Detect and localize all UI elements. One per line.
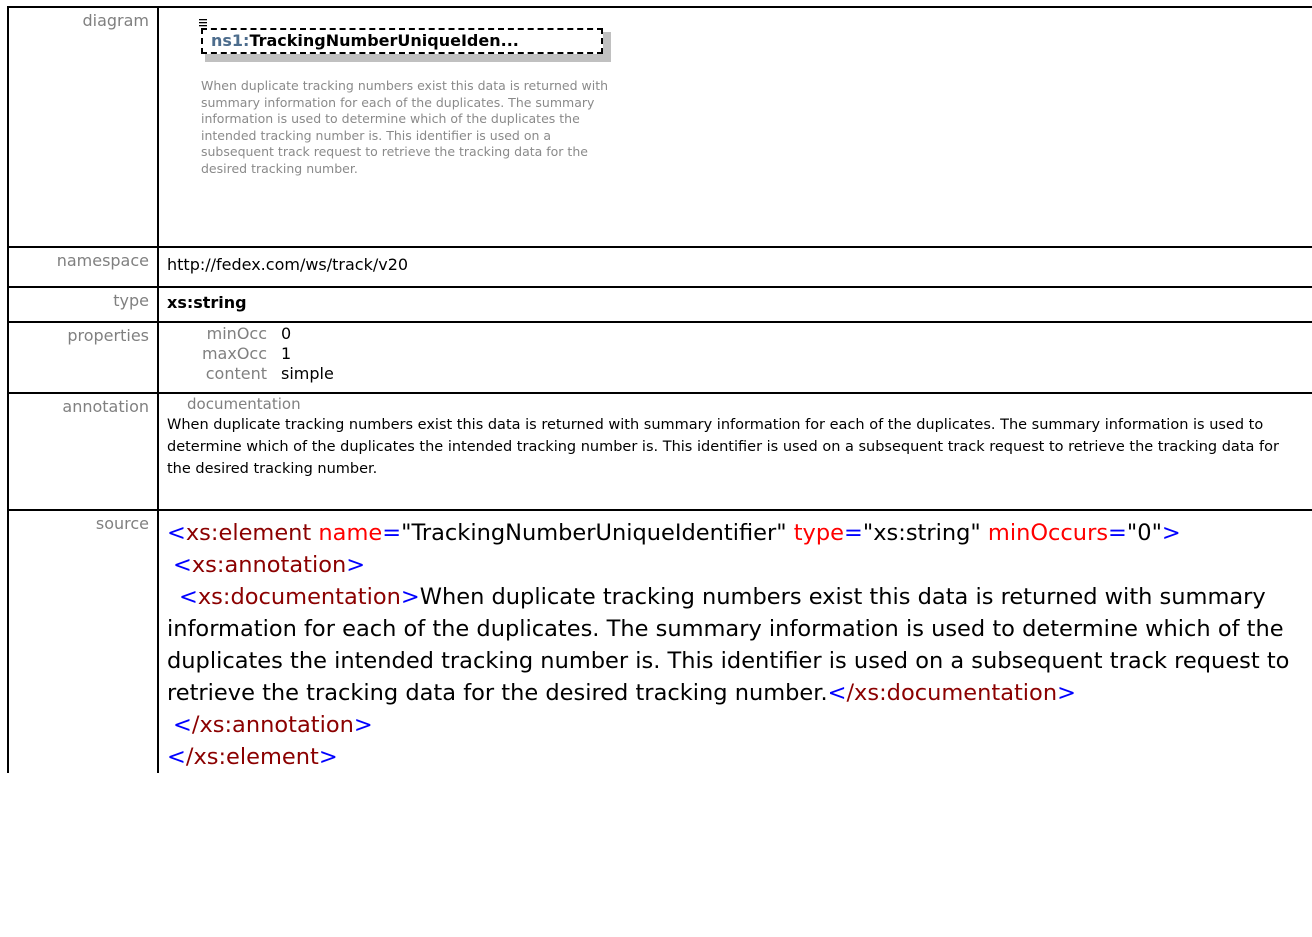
- property-key: maxOcc: [201, 344, 267, 363]
- diagram-documentation: When duplicate tracking numbers exist th…: [201, 78, 609, 176]
- source-cell: <xs:element name="TrackingNumberUniqueId…: [157, 509, 1312, 773]
- name-value: "TrackingNumberUniqueIdentifier": [401, 520, 787, 546]
- source-label: source: [7, 509, 159, 773]
- minoccurs-value: "0": [1126, 520, 1162, 546]
- source-line-documentation: <xs:documentation>When duplicate trackin…: [167, 584, 1290, 706]
- documentation-close-tag: /xs:documentation: [846, 680, 1058, 706]
- source-line-element-close: </xs:element>: [167, 744, 338, 770]
- properties-cell: minOcc 0 maxOcc 1 content simple: [157, 321, 1312, 394]
- property-row: minOcc 0: [167, 324, 334, 344]
- type-row: type xs:string: [7, 286, 1312, 323]
- namespace-row: namespace http://fedex.com/ws/track/v20: [7, 246, 1312, 288]
- element-prefix: ns1:: [211, 31, 250, 50]
- property-value: 1: [281, 344, 292, 363]
- name-attr: name: [318, 520, 383, 546]
- diagram-row: diagram ns1:TrackingNumberUniqueIden... …: [7, 6, 1312, 248]
- namespace-label: namespace: [7, 246, 159, 288]
- namespace-value: http://fedex.com/ws/track/v20: [157, 246, 1312, 288]
- property-row: content simple: [167, 364, 334, 384]
- annotation-text: When duplicate tracking numbers exist th…: [167, 417, 1279, 477]
- source-line-annotation-open: <xs:annotation>: [173, 552, 366, 578]
- type-label: type: [7, 286, 159, 323]
- property-key: minOcc: [206, 324, 267, 343]
- element-node-name: ns1:TrackingNumberUniqueIden...: [211, 31, 519, 50]
- properties-table: minOcc 0 maxOcc 1 content simple: [167, 324, 334, 384]
- property-value: 0: [281, 324, 292, 343]
- documentation-icon: [199, 19, 207, 27]
- source-code: <xs:element name="TrackingNumberUniqueId…: [167, 515, 1307, 773]
- property-key: content: [205, 364, 267, 383]
- annotation-row: annotation documentation When duplicate …: [7, 392, 1312, 511]
- documentation-tag: xs:documentation: [197, 584, 401, 610]
- element-close-tag: /xs:element: [185, 744, 319, 770]
- diagram: ns1:TrackingNumberUniqueIden... When dup…: [167, 12, 1312, 246]
- source-line-element-open: <xs:element name="TrackingNumberUniqueId…: [167, 520, 1181, 546]
- minoccurs-attr: minOccurs: [987, 520, 1109, 546]
- type-value: xs:string: [157, 286, 1312, 323]
- properties-label: properties: [7, 321, 159, 394]
- element-node[interactable]: ns1:TrackingNumberUniqueIden...: [199, 19, 613, 62]
- properties-row: properties minOcc 0 maxOcc 1 content sim…: [7, 321, 1312, 394]
- source-row: source <xs:element name="TrackingNumberU…: [7, 509, 1312, 773]
- property-value: simple: [281, 364, 334, 383]
- type-value-source: "xs:string": [862, 520, 981, 546]
- diagram-cell: ns1:TrackingNumberUniqueIden... When dup…: [157, 6, 1312, 248]
- annotation-heading: documentation: [187, 395, 301, 413]
- element-tag: xs:element: [185, 520, 312, 546]
- element-name: TrackingNumberUniqueIden...: [249, 31, 519, 50]
- source-line-annotation-close: </xs:annotation>: [173, 712, 373, 738]
- type-attr: type: [793, 520, 844, 546]
- property-row: maxOcc 1: [167, 344, 334, 364]
- annotation-cell: documentation When duplicate tracking nu…: [157, 392, 1312, 511]
- annotation-close-tag: /xs:annotation: [191, 712, 354, 738]
- element-doc-table: diagram ns1:TrackingNumberUniqueIden... …: [7, 6, 1312, 773]
- annotation-tag: xs:annotation: [191, 552, 347, 578]
- annotation-label: annotation: [7, 392, 159, 511]
- diagram-label: diagram: [7, 6, 159, 248]
